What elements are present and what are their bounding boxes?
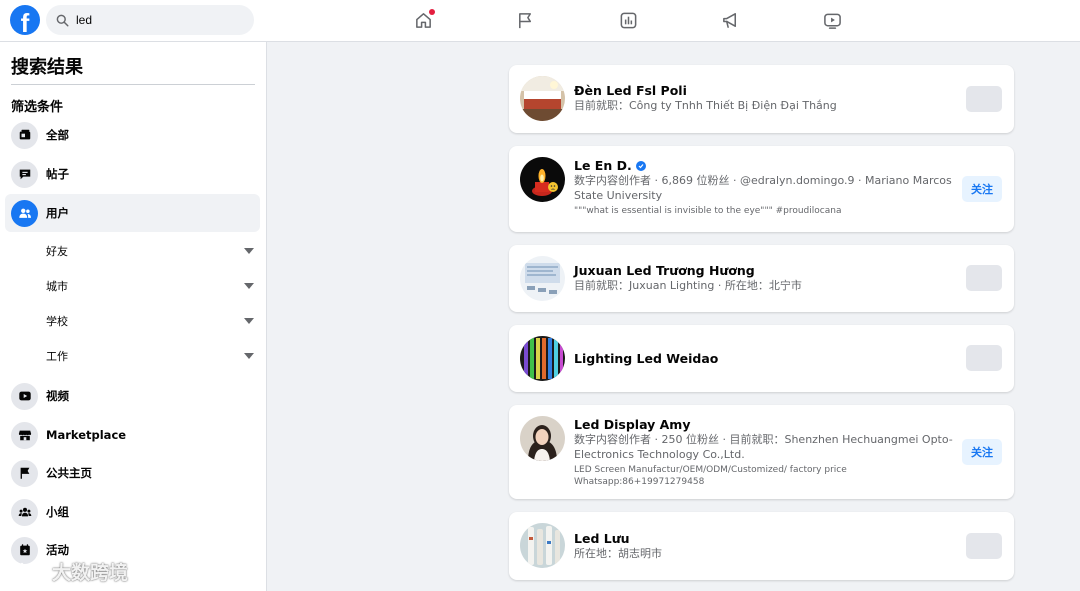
filter-work-dropdown[interactable]: 工作 <box>46 341 256 371</box>
result-description: """what is essential is invisible to the… <box>574 206 842 216</box>
sidebar-item-label: Marketplace <box>46 428 127 442</box>
sidebar-item-label: 帖子 <box>46 167 69 181</box>
filters-heading: 筛选条件 <box>11 100 64 115</box>
filter-label: 城市 <box>46 280 68 293</box>
sidebar-divider <box>11 84 255 85</box>
sidebar-item-people[interactable]: 用户 <box>5 194 260 232</box>
page-title: 搜索结果 <box>11 57 83 78</box>
nav-pages-flag-icon[interactable] <box>515 10 535 30</box>
filter-label: 学校 <box>46 315 68 328</box>
result-card[interactable]: Le En D. 数字内容创作者 · 6,869 位粉丝 · @edralyn.… <box>509 146 1014 232</box>
result-card[interactable]: Led Display Amy 数字内容创作者 · 250 位粉丝 · 目前就职… <box>509 405 1014 499</box>
search-icon <box>56 14 69 27</box>
groups-icon <box>11 498 38 526</box>
sidebar-item-label: 小组 <box>46 505 69 519</box>
add-friend-button[interactable] <box>966 86 1002 112</box>
filter-label: 好友 <box>46 245 68 258</box>
watermark-text: 大数跨境 <box>52 562 129 584</box>
sidebar-item-label: 全部 <box>46 128 69 142</box>
result-subtitle: 数字内容创作者 · 250 位粉丝 · 目前就职：Shenzhen Hechua… <box>574 433 953 461</box>
notification-dot <box>429 9 435 15</box>
sidebar-item-pages[interactable]: 公共主页 <box>5 454 260 492</box>
sidebar-item-all[interactable]: 全部 <box>5 116 260 154</box>
result-card[interactable]: Đèn Led Fsl Poli 目前就职：Công ty Tnhh Thiết… <box>509 65 1014 133</box>
add-friend-button[interactable] <box>966 533 1002 559</box>
sidebar-item-videos[interactable]: 视频 <box>5 377 260 415</box>
sidebar-item-posts[interactable]: 帖子 <box>5 155 260 193</box>
sidebar-item-marketplace[interactable]: Marketplace <box>5 416 260 454</box>
filter-friends-dropdown[interactable]: 好友 <box>46 236 256 266</box>
result-avatar[interactable] <box>520 157 565 202</box>
chevron-down-icon <box>244 283 254 289</box>
result-name[interactable]: Lighting Led Weidao <box>574 351 959 366</box>
result-name[interactable]: Led Lưu <box>574 531 959 546</box>
nav-insights-icon[interactable] <box>618 10 638 30</box>
posts-icon <box>11 160 38 188</box>
sidebar-item-label: 公共主页 <box>46 466 92 480</box>
video-icon <box>11 382 38 410</box>
facebook-logo-icon[interactable]: f <box>10 5 40 35</box>
result-name[interactable]: Le En D. <box>574 158 959 173</box>
people-icon <box>11 199 38 227</box>
result-avatar[interactable] <box>520 76 565 121</box>
all-results-icon <box>11 121 38 149</box>
search-box[interactable] <box>46 5 254 35</box>
result-avatar[interactable] <box>520 416 565 461</box>
watermark: 大数跨境 <box>10 558 128 585</box>
result-name[interactable]: Juxuan Led Trương Hương <box>574 263 959 278</box>
sidebar-item-label: 活动 <box>46 543 69 557</box>
marketplace-icon <box>11 421 38 449</box>
result-subtitle: 目前就职：Juxuan Lighting · 所在地：北宁市 <box>574 279 802 292</box>
chevron-down-icon <box>244 318 254 324</box>
result-description: LED Screen Manufactur/OEM/ODM/Customized… <box>574 465 847 487</box>
filter-city-dropdown[interactable]: 城市 <box>46 271 256 301</box>
add-friend-button[interactable] <box>966 265 1002 291</box>
result-name[interactable]: Led Display Amy <box>574 417 959 432</box>
sidebar-item-groups[interactable]: 小组 <box>5 493 260 531</box>
watermark-logo-icon <box>13 562 47 581</box>
add-friend-button[interactable] <box>966 345 1002 371</box>
result-subtitle: 数字内容创作者 · 6,869 位粉丝 · @edralyn.domingo.9… <box>574 174 952 202</box>
chevron-down-icon <box>244 248 254 254</box>
filter-label: 工作 <box>46 350 68 363</box>
result-subtitle: 所在地：胡志明市 <box>574 547 662 560</box>
sidebar-item-label: 用户 <box>46 206 69 220</box>
result-card[interactable]: Juxuan Led Trương Hương 目前就职：Juxuan Ligh… <box>509 245 1014 312</box>
filter-school-dropdown[interactable]: 学校 <box>46 306 256 336</box>
follow-button[interactable]: 关注 <box>962 176 1002 202</box>
sidebar-item-label: 视频 <box>46 389 69 403</box>
follow-button[interactable]: 关注 <box>962 439 1002 465</box>
result-avatar[interactable] <box>520 523 565 568</box>
result-avatar[interactable] <box>520 256 565 301</box>
pages-flag-icon <box>11 459 38 487</box>
search-filters-sidebar: 搜索结果 筛选条件 全部 帖子 用户 好友 城市 学校 工作 视频 Market… <box>0 42 267 591</box>
nav-home-icon[interactable] <box>413 9 435 30</box>
verified-badge-icon <box>635 160 646 171</box>
search-input[interactable] <box>76 13 236 27</box>
chevron-down-icon <box>244 353 254 359</box>
result-avatar[interactable] <box>520 336 565 381</box>
result-name[interactable]: Đèn Led Fsl Poli <box>574 83 959 98</box>
result-card[interactable]: Led Lưu 所在地：胡志明市 <box>509 512 1014 580</box>
top-bar: f <box>0 0 1080 42</box>
nav-ads-megaphone-icon[interactable] <box>720 10 740 30</box>
result-subtitle: 目前就职：Công ty Tnhh Thiết Bị Điện Đại Thắn… <box>574 99 837 112</box>
result-card[interactable]: Lighting Led Weidao <box>509 325 1014 392</box>
nav-video-icon[interactable] <box>822 10 842 30</box>
